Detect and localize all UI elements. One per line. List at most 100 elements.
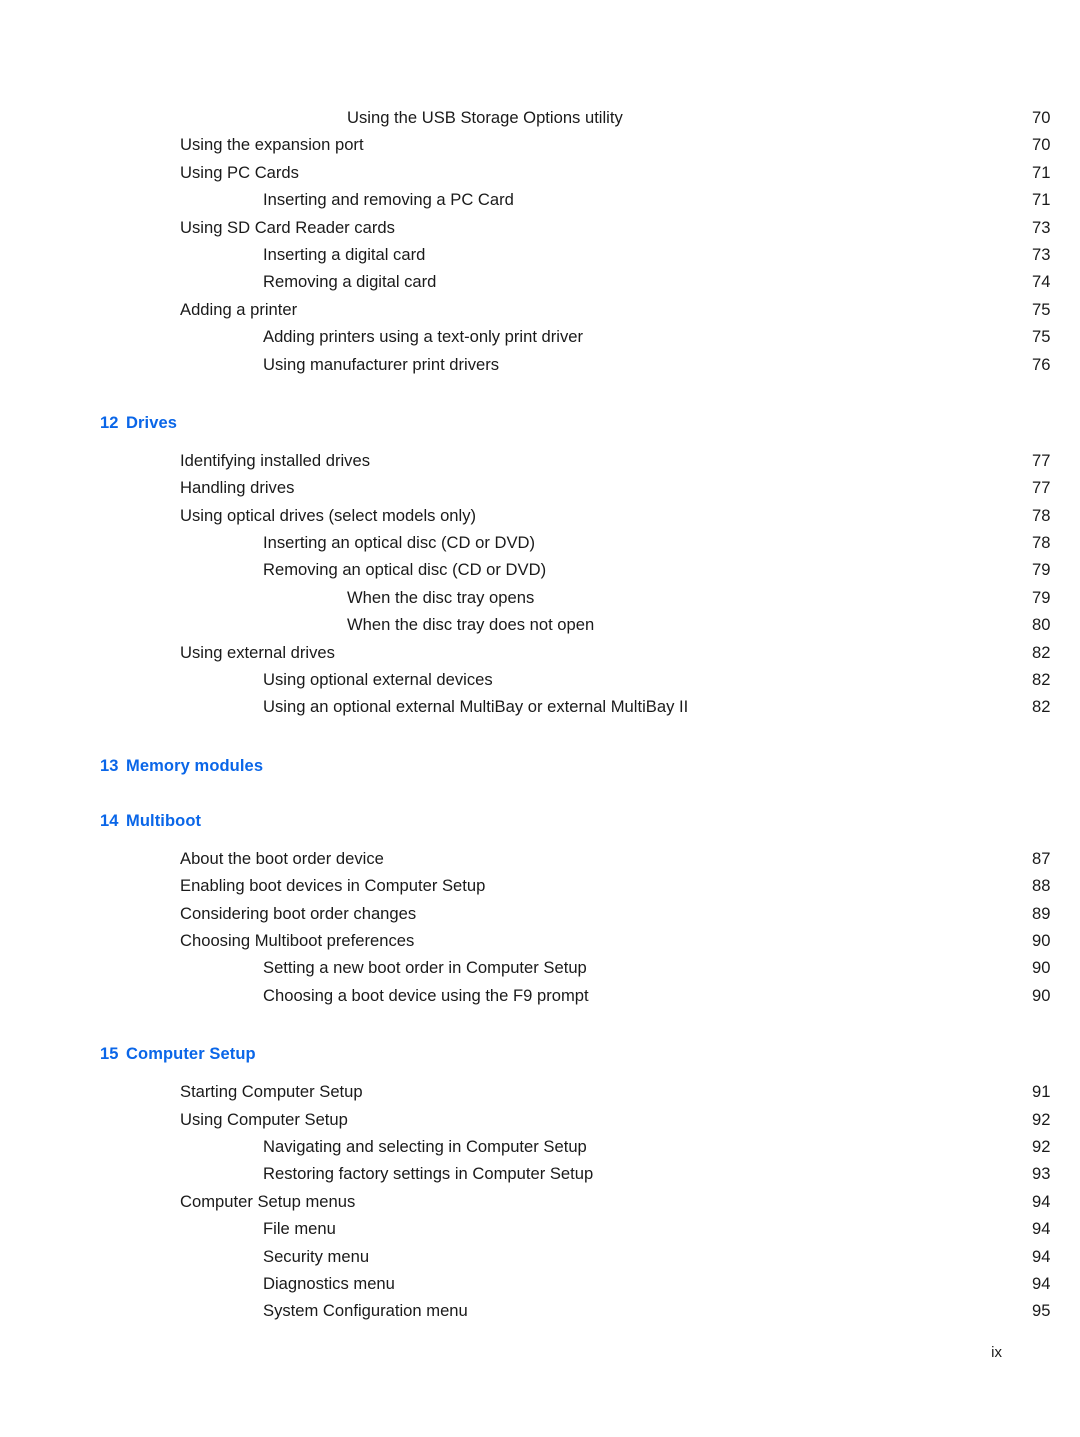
toc-entry-page-number: 71 xyxy=(1032,162,1051,182)
toc-entry[interactable]: Using external drives 82 xyxy=(0,639,1080,666)
toc-entry[interactable]: Handling drives 77 xyxy=(0,474,1080,501)
toc-entry[interactable]: Adding printers using a text-only print … xyxy=(0,323,1080,350)
toc-entry-label: Using optical drives (select models only… xyxy=(180,505,477,525)
toc-entry[interactable]: Restoring factory settings in Computer S… xyxy=(0,1160,1080,1187)
chapter-title: Computer Setup xyxy=(126,1045,256,1064)
toc-entry[interactable]: Removing an optical disc (CD or DVD) 79 xyxy=(0,556,1080,583)
toc-entry-label: Starting Computer Setup xyxy=(180,1082,363,1102)
toc-entry[interactable]: Removing a digital card 74 xyxy=(0,268,1080,295)
toc-entry[interactable]: Inserting a digital card 73 xyxy=(0,241,1080,268)
toc-entry-label: Security menu xyxy=(263,1246,370,1266)
toc-entry-label: System Configuration menu xyxy=(263,1301,468,1321)
toc-entry[interactable]: Using optical drives (select models only… xyxy=(0,502,1080,529)
toc-entry[interactable]: Using the USB Storage Options utility 70 xyxy=(0,104,1080,131)
toc-entry-label: Using the expansion port xyxy=(180,135,364,155)
dot-leader xyxy=(419,929,1021,946)
dot-leader xyxy=(400,1272,1021,1289)
toc-entry-label: Choosing a boot device using the F9 prom… xyxy=(263,985,589,1005)
toc-entry[interactable]: File menu 94 xyxy=(0,1215,1080,1242)
dot-leader xyxy=(430,243,1021,260)
toc-entry-page-number: 88 xyxy=(1032,876,1051,896)
dot-leader xyxy=(341,1218,1021,1235)
toc-entry[interactable]: System Configuration menu 95 xyxy=(0,1297,1080,1324)
toc-entry-page-number: 87 xyxy=(1032,848,1051,868)
toc-entry-page-number: 94 xyxy=(1032,1219,1051,1239)
toc-entry[interactable]: Identifying installed drives 77 xyxy=(0,447,1080,474)
toc-entry[interactable]: Using an optional external MultiBay or e… xyxy=(0,693,1080,720)
toc-entry[interactable]: When the disc tray opens 79 xyxy=(0,584,1080,611)
dot-leader xyxy=(400,216,1021,233)
dot-leader xyxy=(592,1135,1021,1152)
chapter-heading[interactable]: 13 Memory modules xyxy=(100,757,1080,776)
chapter-heading[interactable]: 15 Computer Setup xyxy=(100,1045,1080,1064)
toc-entry[interactable]: Inserting and removing a PC Card 71 xyxy=(0,186,1080,213)
toc-entry-page-number: 82 xyxy=(1032,670,1051,690)
chapter-number: 13 xyxy=(100,756,119,775)
dot-leader xyxy=(389,847,1021,864)
dot-leader xyxy=(368,1081,1021,1098)
toc-entry-label: Setting a new boot order in Computer Set… xyxy=(263,958,587,978)
toc-entry-page-number: 94 xyxy=(1032,1273,1051,1293)
toc-entry-label: Using an optional external MultiBay or e… xyxy=(263,697,689,717)
toc-entry-label: Using external drives xyxy=(180,642,335,662)
toc-entry[interactable]: Using Computer Setup 92 xyxy=(0,1106,1080,1133)
toc-entry-page-number: 78 xyxy=(1032,533,1051,553)
dot-leader xyxy=(628,106,1021,123)
toc-entry-page-number: 73 xyxy=(1032,217,1051,237)
toc-entry-label: Removing a digital card xyxy=(263,272,437,292)
toc-entry-page-number: 75 xyxy=(1032,299,1051,319)
dot-leader xyxy=(441,271,1021,288)
toc-entry-label: Using SD Card Reader cards xyxy=(180,217,395,237)
chapter-number: 14 xyxy=(100,811,119,830)
toc-entry[interactable]: When the disc tray does not open 80 xyxy=(0,611,1080,638)
toc-entry[interactable]: Using optional external devices 82 xyxy=(0,666,1080,693)
toc-entry-page-number: 79 xyxy=(1032,560,1051,580)
toc-entry-label: Removing an optical disc (CD or DVD) xyxy=(263,560,547,580)
toc-entry[interactable]: Starting Computer Setup 91 xyxy=(0,1078,1080,1105)
dot-leader xyxy=(374,1245,1021,1262)
dot-leader xyxy=(375,449,1021,466)
toc-entry[interactable]: Considering boot order changes 89 xyxy=(0,900,1080,927)
toc-entry[interactable]: Computer Setup menus 94 xyxy=(0,1188,1080,1215)
toc-entry[interactable]: Diagnostics menu 94 xyxy=(0,1270,1080,1297)
toc-entry[interactable]: Setting a new boot order in Computer Set… xyxy=(0,954,1080,981)
toc-entry-page-number: 91 xyxy=(1032,1082,1051,1102)
toc-chapter-block: 12Drives Identifying installed drives 77 Ha… xyxy=(0,414,1080,721)
toc-entry-page-number: 76 xyxy=(1032,354,1051,374)
toc-entry-page-number: 77 xyxy=(1032,450,1051,470)
toc-entry[interactable]: Security menu 94 xyxy=(0,1243,1080,1270)
toc-chapter-block: 15 Computer Setup Starting Computer Setup 9… xyxy=(0,1045,1080,1325)
toc-entry[interactable]: Using the expansion port 70 xyxy=(0,131,1080,158)
chapter-number: 12 xyxy=(100,413,119,432)
toc-entry-label: Restoring factory settings in Computer S… xyxy=(263,1164,594,1184)
toc-entry[interactable]: Navigating and selecting in Computer Set… xyxy=(0,1133,1080,1160)
chapter-heading[interactable]: 12 Drives xyxy=(100,414,1080,433)
dot-leader xyxy=(540,531,1021,548)
toc-entry[interactable]: Using PC Cards 71 xyxy=(0,159,1080,186)
toc-entry-label: Computer Setup menus xyxy=(180,1191,356,1211)
toc-chapter-block: 13 Memory modules xyxy=(0,757,1080,776)
toc-entry-page-number: 92 xyxy=(1032,1109,1051,1129)
toc-entry[interactable]: About the boot order device 87 xyxy=(0,845,1080,872)
toc-entry-label: Navigating and selecting in Computer Set… xyxy=(263,1136,587,1156)
dot-leader xyxy=(588,326,1021,343)
toc-entry-label: Enabling boot devices in Computer Setup xyxy=(180,876,486,896)
chapter-heading[interactable]: 14 Multiboot xyxy=(100,812,1080,831)
dot-leader xyxy=(594,984,1021,1001)
toc-entry-label: Identifying installed drives xyxy=(180,450,371,470)
toc-entry-page-number: 89 xyxy=(1032,903,1051,923)
dot-leader xyxy=(299,477,1021,494)
toc-entry[interactable]: Enabling boot devices in Computer Setup 8… xyxy=(0,872,1080,899)
toc-entry-label: Inserting a digital card xyxy=(263,244,426,264)
toc-entry-page-number: 75 xyxy=(1032,327,1051,347)
toc-entry[interactable]: Choosing a boot device using the F9 prom… xyxy=(0,982,1080,1009)
toc-entry[interactable]: Inserting an optical disc (CD or DVD) 78 xyxy=(0,529,1080,556)
toc-entry-label: About the boot order device xyxy=(180,848,384,868)
toc-entry[interactable]: Using manufacturer print drivers 76 xyxy=(0,351,1080,378)
dot-leader xyxy=(490,875,1021,892)
toc-entry-page-number: 74 xyxy=(1032,272,1051,292)
toc-entry[interactable]: Choosing Multiboot preferences 90 xyxy=(0,927,1080,954)
toc-entry[interactable]: Adding a printer 75 xyxy=(0,296,1080,323)
toc-entry[interactable]: Using SD Card Reader cards 73 xyxy=(0,214,1080,241)
table-of-contents: Using the USB Storage Options utility70U… xyxy=(0,104,1080,1325)
